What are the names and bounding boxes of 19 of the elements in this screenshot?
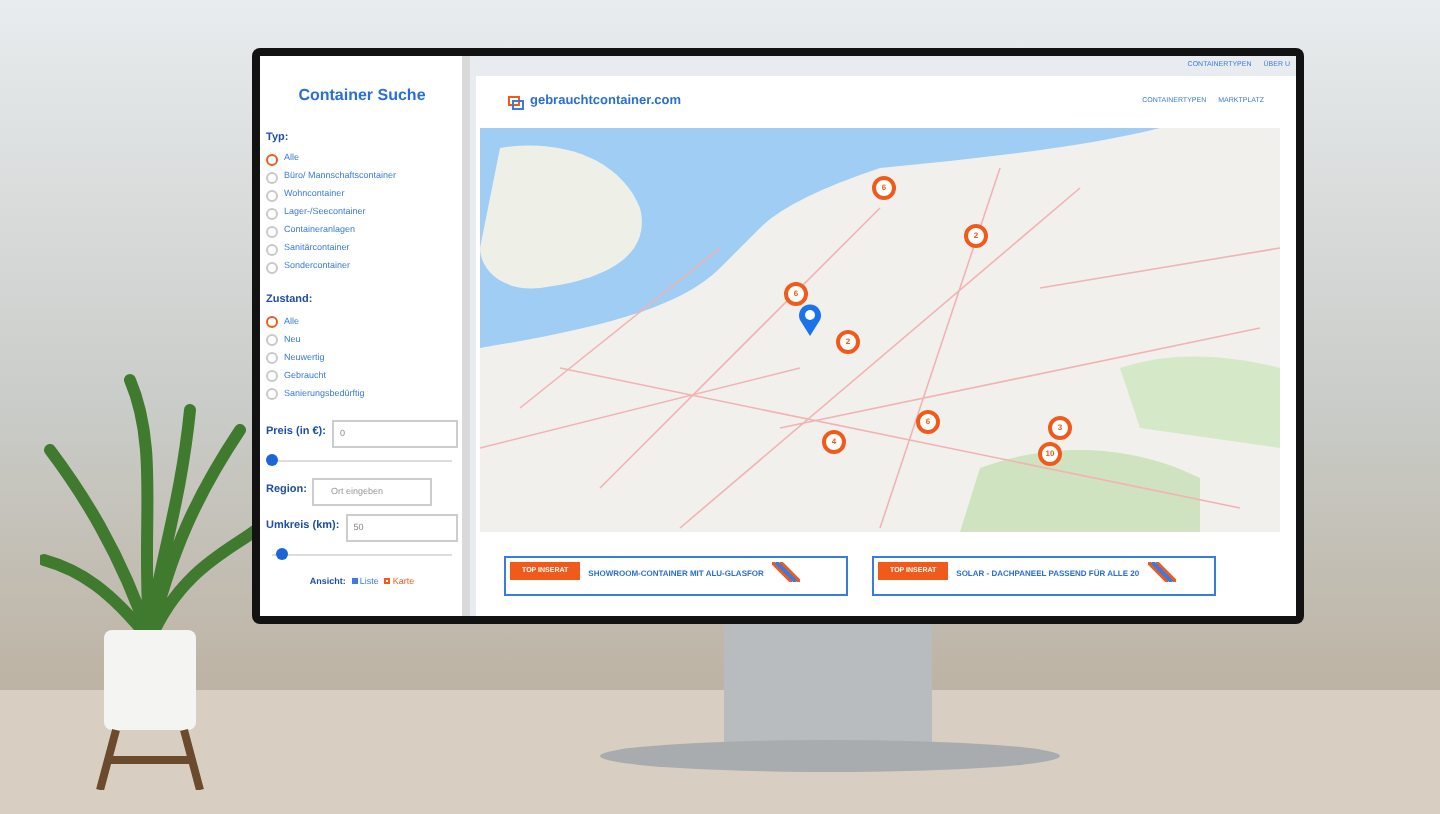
radio-button[interactable]	[266, 352, 278, 364]
radio-button[interactable]	[266, 261, 278, 274]
stripe-ribbon-icon	[1147, 562, 1176, 582]
slider-thumb[interactable]	[275, 548, 287, 560]
radio-button[interactable]	[266, 207, 278, 220]
radio-button[interactable]	[266, 334, 278, 346]
radio-button[interactable]	[266, 189, 278, 202]
sidebar-title: Container Suche	[296, 84, 428, 108]
radio-button[interactable]	[266, 243, 278, 256]
radio-button[interactable]	[266, 316, 278, 328]
radio-button[interactable]	[266, 370, 278, 382]
radio-button[interactable]	[266, 171, 278, 184]
radio-button[interactable]	[266, 225, 278, 238]
slider-thumb[interactable]	[266, 454, 278, 466]
container-logo-icon	[508, 95, 524, 109]
location-pin-icon	[798, 304, 822, 336]
stripe-ribbon-icon	[771, 562, 800, 582]
radio-button[interactable]	[266, 388, 278, 400]
radio-button[interactable]	[266, 153, 278, 166]
